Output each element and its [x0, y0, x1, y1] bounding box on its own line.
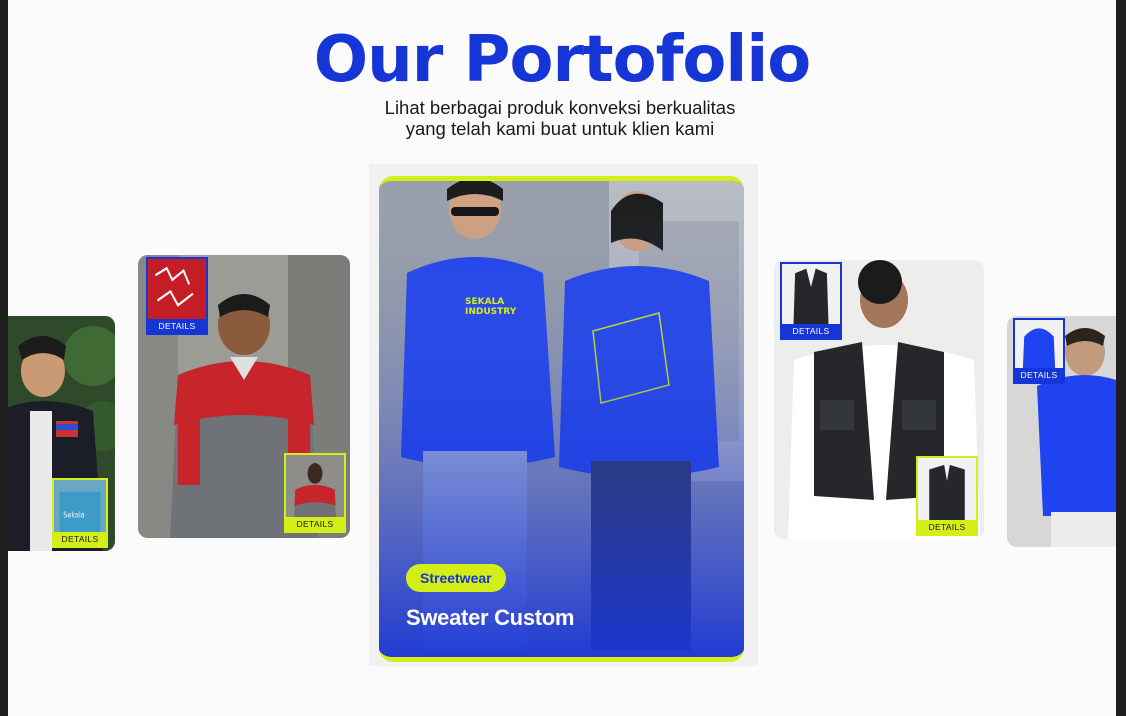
page-title: Our Portofolio — [313, 23, 811, 97]
svg-text:SEKALA: SEKALA — [465, 297, 504, 307]
svg-text:Sekala: Sekala — [63, 510, 84, 520]
portfolio-section: Our Portofolio Lihat berbagai produk kon… — [8, 0, 1116, 716]
detail-thumbnail-top[interactable]: DETAILS — [146, 257, 208, 335]
portfolio-card-polo[interactable]: DETAILS DETAILS — [138, 255, 350, 538]
details-label: DETAILS — [148, 319, 206, 333]
details-label: DETAILS — [1015, 368, 1063, 382]
page-subtitle: Lihat berbagai produk konveksi berkualit… — [8, 97, 1112, 139]
svg-text:INDUSTRY: INDUSTRY — [465, 307, 517, 317]
details-label: DETAILS — [782, 324, 840, 338]
details-label: DETAILS — [54, 532, 106, 546]
detail-thumbnail[interactable]: DETAILS — [1013, 318, 1065, 384]
portfolio-card-jacket[interactable]: Sekala DETAILS — [8, 316, 115, 551]
details-label: DETAILS — [918, 520, 976, 534]
portfolio-card-vest[interactable]: DETAILS DETAILS — [774, 260, 984, 539]
portfolio-card-hoodie[interactable]: DETAILS — [1007, 316, 1116, 547]
featured-card-title: Sweater Custom — [406, 605, 575, 630]
subtitle-line-1: Lihat berbagai produk konveksi berkualit… — [384, 97, 736, 118]
details-label: DETAILS — [286, 517, 344, 531]
detail-thumbnail-bottom[interactable]: DETAILS — [284, 453, 346, 533]
detail-thumbnail-top[interactable]: DETAILS — [780, 262, 842, 340]
detail-thumbnail[interactable]: Sekala DETAILS — [52, 478, 108, 548]
subtitle-line-2: yang telah kami buat untuk klien kami — [405, 118, 715, 139]
category-badge: Streetwear — [406, 564, 506, 592]
portfolio-card-sweater-featured[interactable]: SEKALA INDUSTRY Streetwear Sweater Custo… — [379, 176, 744, 662]
detail-thumbnail-bottom[interactable]: DETAILS — [916, 456, 978, 536]
